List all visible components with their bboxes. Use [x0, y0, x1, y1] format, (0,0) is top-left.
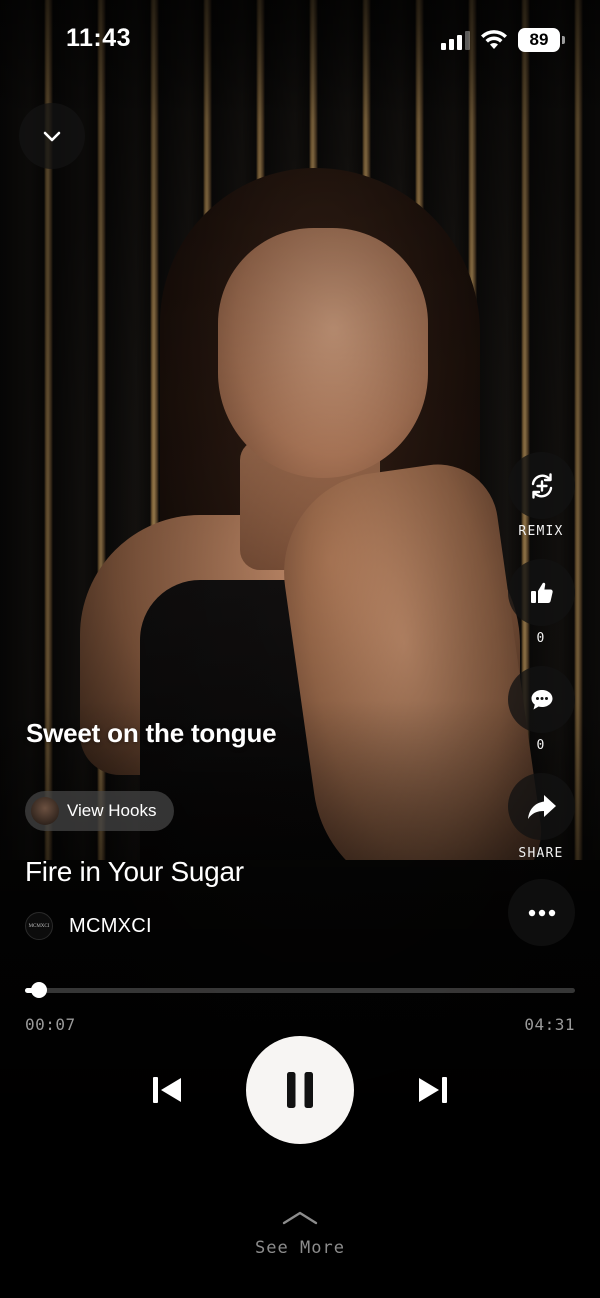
- see-more-button[interactable]: See More: [200, 1210, 400, 1260]
- see-more-label: See More: [255, 1238, 345, 1258]
- share-button[interactable]: [508, 773, 575, 840]
- bottom-gradient: [0, 700, 600, 1298]
- comment-button[interactable]: [508, 666, 575, 733]
- play-pause-button[interactable]: [246, 1036, 354, 1144]
- next-track-button[interactable]: [411, 1070, 455, 1110]
- comment-count: 0: [536, 738, 546, 753]
- artist-name: MCMXCI: [69, 914, 152, 937]
- share-arrow-icon: [527, 794, 556, 819]
- remix-icon: [531, 472, 552, 499]
- previous-track-button[interactable]: [145, 1070, 189, 1110]
- cellular-signal-icon: [441, 30, 470, 50]
- wifi-icon: [481, 30, 507, 49]
- status-time: 11:43: [66, 24, 132, 52]
- view-hooks-label: View Hooks: [67, 801, 157, 820]
- chevron-down-icon: [43, 131, 61, 142]
- thumbs-up-icon: [530, 582, 553, 603]
- progress-slider[interactable]: [25, 982, 575, 998]
- skip-previous-icon: [153, 1077, 181, 1103]
- hooks-thumbnail: [31, 797, 59, 825]
- chevron-up-icon: [282, 1211, 318, 1225]
- collapse-player-button[interactable]: [19, 103, 85, 169]
- lyric-line: Sweet on the tongue: [26, 718, 277, 748]
- like-count: 0: [536, 631, 546, 646]
- total-duration: 04:31: [524, 1015, 575, 1034]
- comment-icon: [531, 689, 552, 709]
- like-button[interactable]: [508, 559, 575, 626]
- status-bar: 11:43 89: [0, 0, 600, 80]
- more-horizontal-icon: [528, 909, 555, 916]
- artist-row[interactable]: MCMXCI MCMXCI: [25, 910, 152, 942]
- more-options-button[interactable]: [508, 879, 575, 946]
- battery-icon: 89: [518, 28, 565, 52]
- view-hooks-button[interactable]: View Hooks: [25, 791, 175, 831]
- pause-icon: [287, 1072, 313, 1108]
- status-icons: 89: [441, 26, 565, 54]
- remix-button[interactable]: [508, 452, 575, 519]
- share-label: SHARE: [518, 846, 564, 861]
- elapsed-time: 00:07: [25, 1015, 76, 1034]
- artist-avatar: MCMXCI: [25, 912, 53, 940]
- skip-next-icon: [419, 1077, 447, 1103]
- track-title[interactable]: Fire in Your Sugar: [25, 856, 244, 888]
- remix-label: REMIX: [518, 524, 564, 539]
